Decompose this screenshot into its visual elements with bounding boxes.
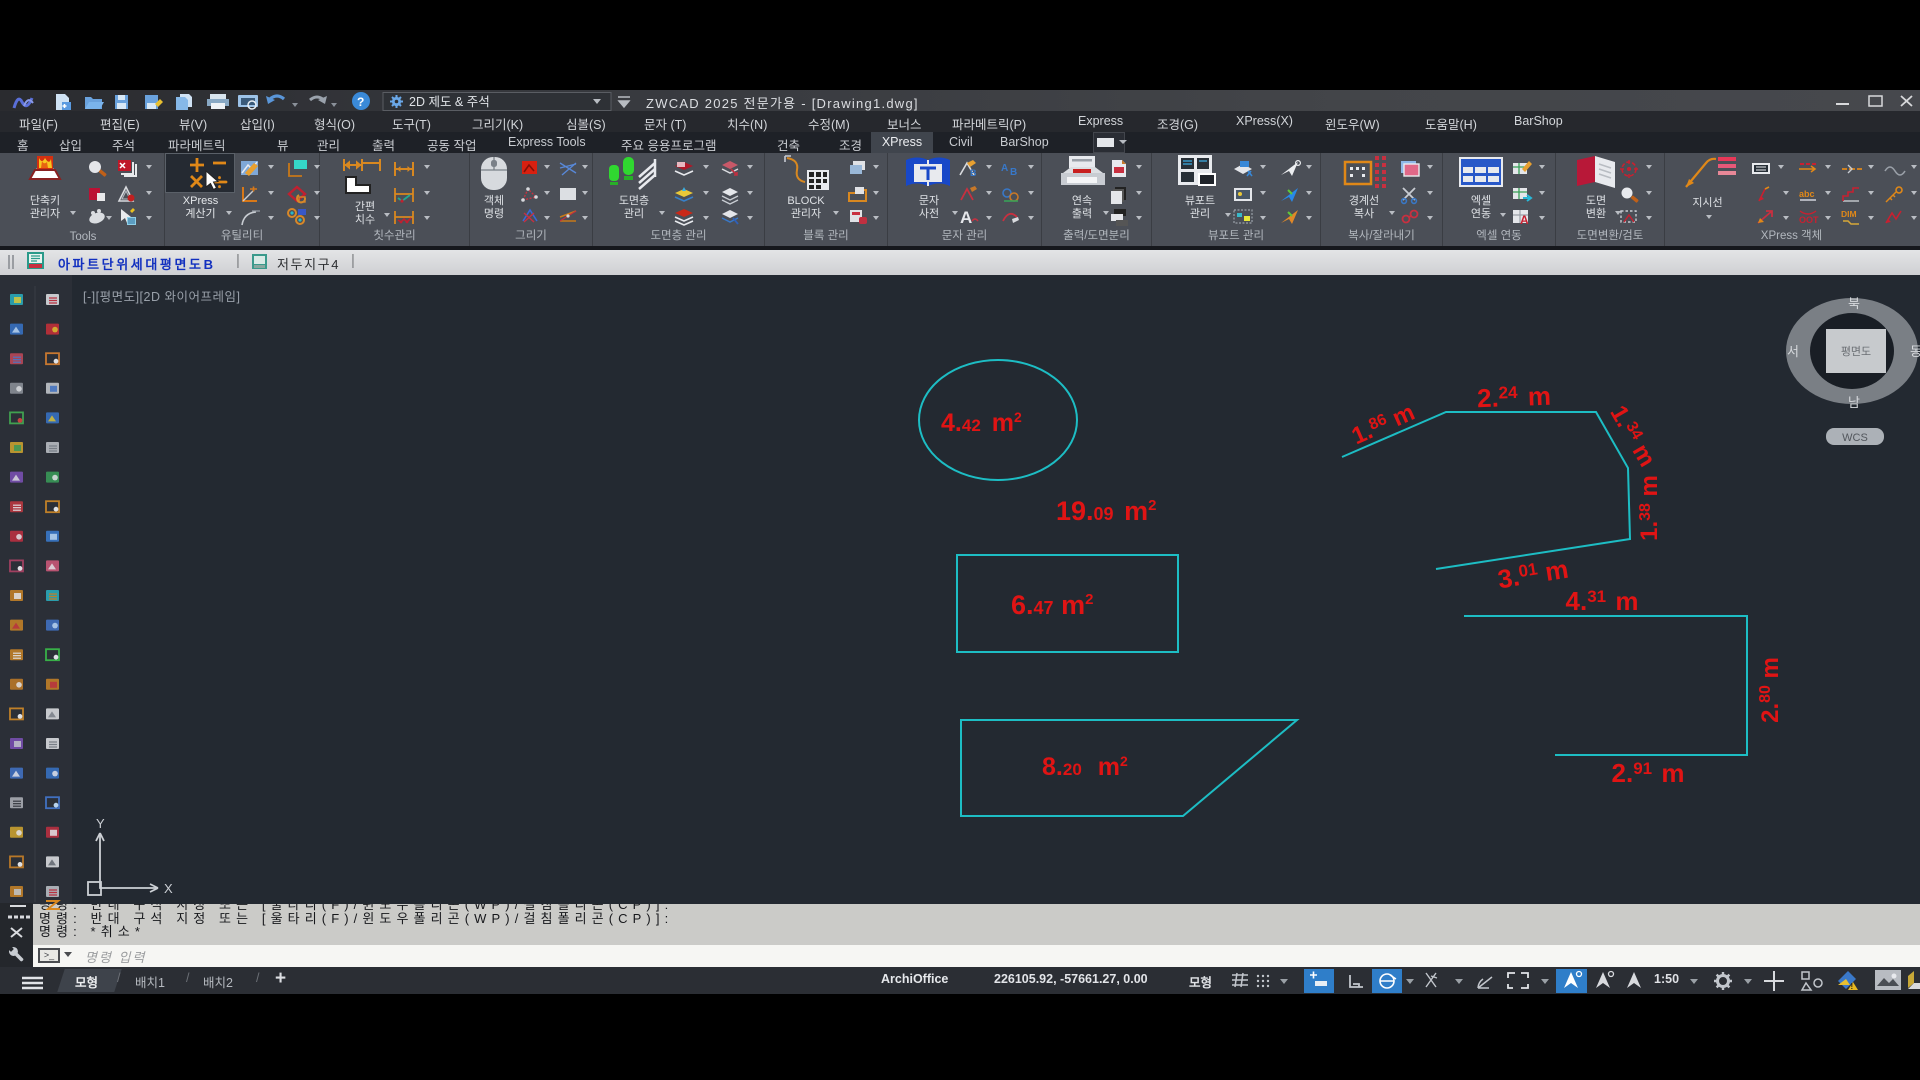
svg-text:X: X (164, 881, 173, 896)
svg-text:Y: Y (96, 816, 105, 831)
svg-text:4.42 m2: 4.42 m2 (941, 409, 1022, 437)
svg-text:동: 동 (1910, 344, 1920, 359)
svg-text:평면도: 평면도 (1841, 345, 1871, 358)
svg-text:2.80 m: 2.80 m (1757, 657, 1784, 723)
svg-text:2.24 m: 2.24 m (1477, 381, 1552, 414)
svg-text:1.38 m: 1.38 m (1636, 475, 1663, 541)
svg-text:!: ! (1851, 982, 1854, 991)
svg-text:6.47 m2: 6.47 m2 (1011, 590, 1093, 620)
svg-text:3.01 m: 3.01 m (1496, 554, 1571, 595)
svg-text:남: 남 (1848, 395, 1860, 410)
svg-text:2D 제도 & 주석: 2D 제도 & 주석 (409, 95, 490, 109)
svg-text:?: ? (357, 95, 364, 109)
svg-text:19.09 m2: 19.09 m2 (1056, 496, 1156, 526)
svg-text:서: 서 (1787, 344, 1799, 359)
svg-text:북: 북 (1848, 296, 1860, 311)
svg-text:1.34 m: 1.34 m (1604, 401, 1660, 472)
svg-text:8.20 m2: 8.20 m2 (1042, 753, 1128, 781)
svg-text:1.86 m: 1.86 m (1348, 399, 1419, 450)
svg-text:2.91 m: 2.91 m (1612, 758, 1685, 788)
svg-text:4.31 m: 4.31 m (1566, 586, 1639, 616)
svg-text:WCS: WCS (1842, 432, 1868, 444)
